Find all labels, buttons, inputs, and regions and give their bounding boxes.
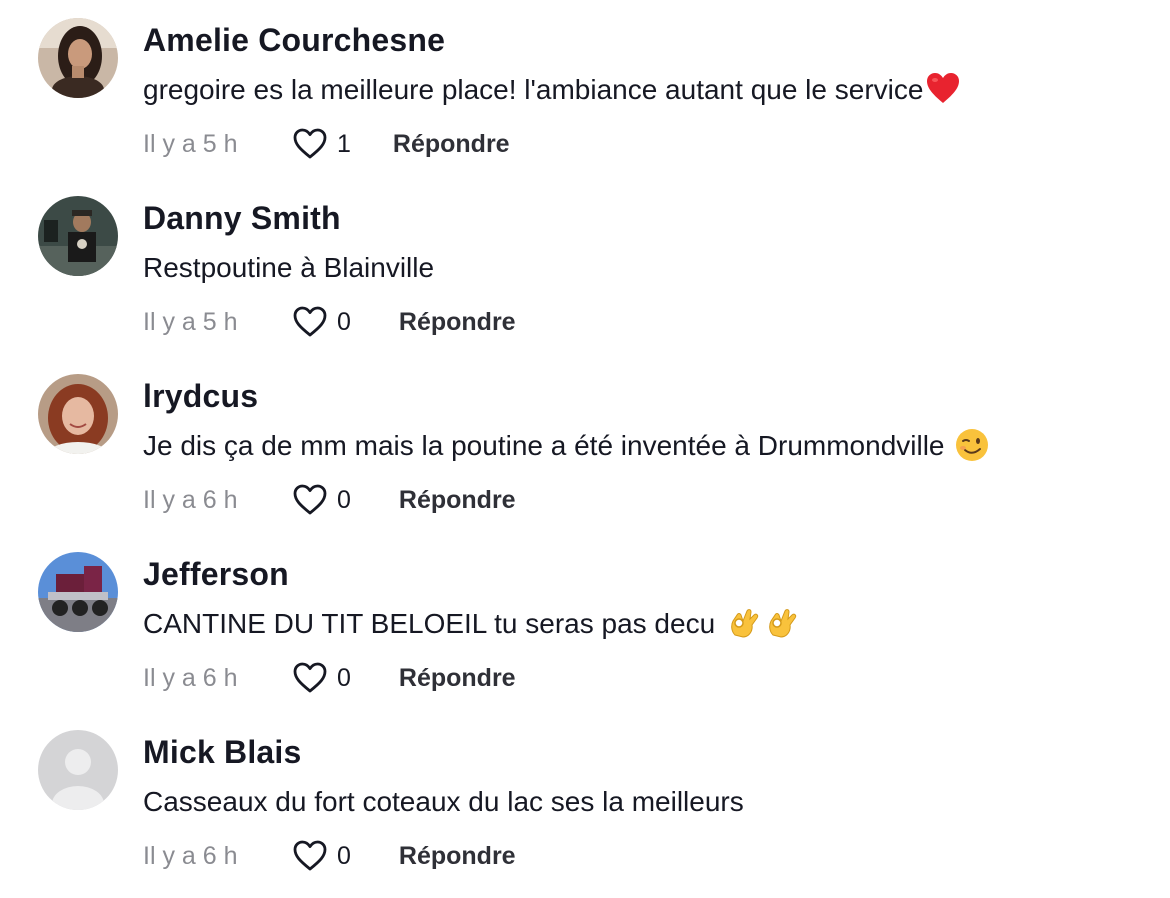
like-button[interactable]: 0 [291, 659, 351, 697]
red-heart-emoji [925, 71, 961, 107]
comment-text: Je dis ça de mm mais la poutine a été in… [143, 426, 990, 466]
timestamp: Il y a 6 h [143, 485, 238, 514]
comment-text-content: Casseaux du fort coteaux du lac ses la m… [143, 786, 744, 817]
winking-face-emoji [954, 427, 990, 463]
username[interactable]: Amelie Courchesne [143, 20, 445, 60]
comment-meta: Il y a 6 h 0 Répondre [143, 658, 516, 698]
comment-text: Restpoutine à Blainville [143, 248, 434, 288]
username[interactable]: Danny Smith [143, 198, 341, 238]
reply-button[interactable]: Répondre [393, 130, 510, 159]
comment-text: CANTINE DU TIT BELOEIL tu seras pas decu [143, 604, 799, 644]
ok-hand-emoji [763, 605, 799, 641]
comment-text: Casseaux du fort coteaux du lac ses la m… [143, 782, 744, 822]
reply-button[interactable]: Répondre [399, 842, 516, 871]
comment-item: Mick Blais Casseaux du fort coteaux du l… [0, 712, 1170, 890]
like-count: 0 [337, 841, 351, 870]
avatar-photo-icon [38, 18, 118, 98]
like-button[interactable]: 0 [291, 481, 351, 519]
reply-button[interactable]: Répondre [399, 308, 516, 337]
like-count: 1 [337, 129, 351, 158]
username[interactable]: Mick Blais [143, 732, 302, 772]
avatar-photo-icon [38, 552, 118, 632]
avatar[interactable] [38, 196, 118, 276]
like-button[interactable]: 1 [291, 125, 351, 163]
comment-item: lrydcus Je dis ça de mm mais la poutine … [0, 356, 1170, 534]
avatar[interactable] [38, 18, 118, 98]
comment-item: Amelie Courchesne gregoire es la meilleu… [0, 0, 1170, 178]
comment-meta: Il y a 6 h 0 Répondre [143, 836, 516, 876]
timestamp: Il y a 6 h [143, 663, 238, 692]
timestamp: Il y a 6 h [143, 841, 238, 870]
avatar[interactable] [38, 374, 118, 454]
ok-hand-emoji [725, 605, 761, 641]
comment-text: gregoire es la meilleure place! l'ambian… [143, 70, 961, 110]
comment-meta: Il y a 5 h 0 Répondre [143, 302, 516, 342]
avatar-photo-icon [38, 374, 118, 454]
username[interactable]: Jefferson [143, 554, 289, 594]
comment-item: Danny Smith Restpoutine à Blainville Il … [0, 178, 1170, 356]
heart-outline-icon[interactable] [291, 659, 329, 697]
heart-outline-icon[interactable] [291, 125, 329, 163]
comment-meta: Il y a 6 h 0 Répondre [143, 480, 516, 520]
reply-button[interactable]: Répondre [399, 664, 516, 693]
comment-text-content: Restpoutine à Blainville [143, 252, 435, 283]
avatar[interactable] [38, 552, 118, 632]
like-count: 0 [337, 485, 351, 514]
heart-outline-icon[interactable] [291, 837, 329, 875]
like-count: 0 [337, 307, 351, 336]
comment-text-content: Je dis ça de mm mais la poutine a été in… [143, 430, 953, 461]
like-button[interactable]: 0 [291, 837, 351, 875]
timestamp: Il y a 5 h [143, 307, 238, 336]
default-avatar-icon [38, 730, 118, 810]
timestamp: Il y a 5 h [143, 129, 238, 158]
avatar-photo-icon [38, 196, 118, 276]
comment-text-content: gregoire es la meilleure place! l'ambian… [143, 74, 924, 105]
comment-text-content: CANTINE DU TIT BELOEIL tu seras pas decu [143, 608, 723, 639]
heart-outline-icon[interactable] [291, 481, 329, 519]
like-button[interactable]: 0 [291, 303, 351, 341]
comment-meta: Il y a 5 h 1 Répondre [143, 124, 510, 164]
heart-outline-icon[interactable] [291, 303, 329, 341]
comment-item: Jefferson CANTINE DU TIT BELOEIL tu sera… [0, 534, 1170, 712]
username[interactable]: lrydcus [143, 376, 258, 416]
reply-button[interactable]: Répondre [399, 486, 516, 515]
avatar[interactable] [38, 730, 118, 810]
like-count: 0 [337, 663, 351, 692]
